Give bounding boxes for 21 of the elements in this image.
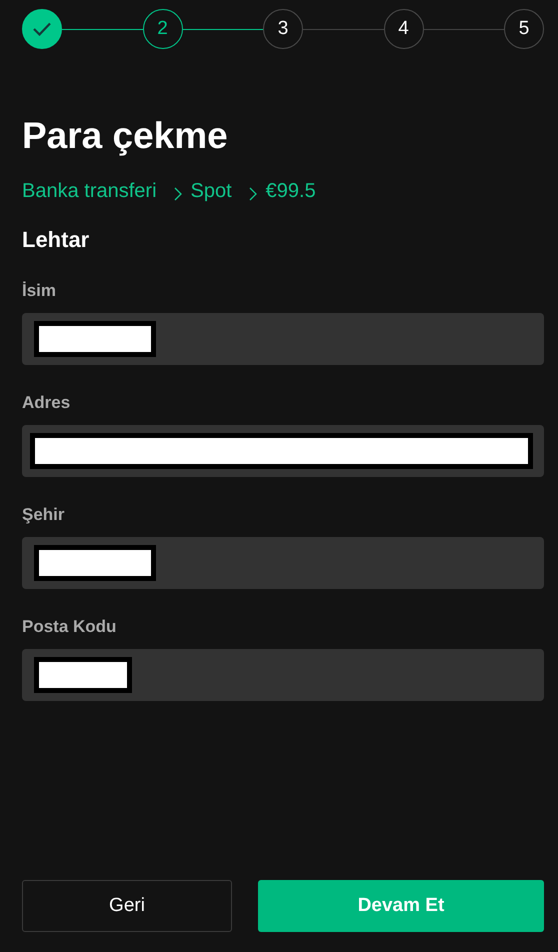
chevron-icon (248, 186, 258, 200)
input-field[interactable] (22, 313, 544, 365)
chevron-icon (172, 186, 183, 200)
field-label: Adres (22, 393, 72, 413)
section-heading: Lehtar (22, 227, 90, 253)
step-indicator: 2 (142, 9, 182, 49)
field-label: Şehir (22, 505, 66, 525)
check-icon (33, 22, 51, 36)
field-label: İsim (22, 281, 58, 301)
step-indicator: 5 (504, 9, 544, 49)
field-label: Posta Kodu (22, 617, 118, 637)
breadcrumb-item: €99.5 (266, 180, 316, 203)
input-field[interactable] (22, 537, 544, 589)
input-field[interactable] (22, 649, 544, 701)
page-title: Para çekme (22, 117, 229, 154)
step-indicator: 3 (263, 9, 303, 49)
step-indicator: 4 (384, 9, 424, 49)
breadcrumb-item: Banka transferi (22, 180, 157, 203)
back-button[interactable]: Geri (22, 880, 232, 932)
breadcrumb-item: Spot (190, 180, 232, 203)
input-field[interactable] (22, 425, 544, 477)
